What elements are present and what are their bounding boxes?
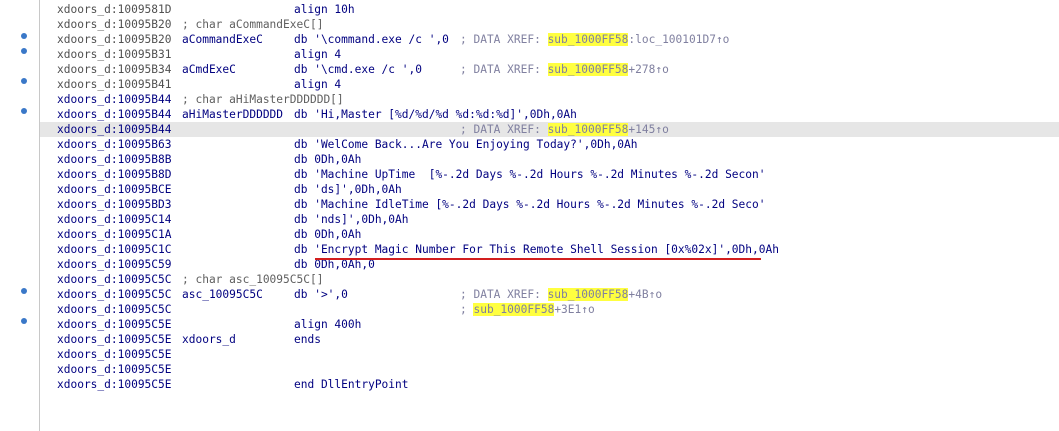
line-operand: align 4: [294, 48, 342, 61]
line-address: xdoors_d:10095C1C: [57, 243, 172, 256]
line-label[interactable]: asc_10095C5C: [182, 287, 263, 302]
listing-line[interactable]: xdoors_d:10095BCE db 'ds]',0Dh,0Ah: [40, 182, 1059, 197]
xref-comment: ; sub_1000FF58+3E1↑o: [460, 303, 595, 316]
xref-comment: ; DATA XREF: sub_1000FF58+145↑o: [460, 123, 669, 136]
line-comment: ; char aCommandExeC[]: [182, 18, 324, 31]
listing-line[interactable]: xdoors_d:10095B31 align 4: [40, 47, 1059, 62]
line-operand: db 'WelCome Back...Are You Enjoying Toda…: [294, 138, 638, 151]
listing-line[interactable]: xdoors_d:10095C1C db 'Encrypt Magic Numbe…: [40, 242, 1059, 257]
line-operand: end DllEntryPoint: [294, 378, 409, 391]
listing-line[interactable]: xdoors_d:10095C5C asc_10095C5C db '>',0 ; D…: [40, 287, 1059, 302]
listing-line[interactable]: xdoors_d:10095C5E end DllEntryPoint: [40, 377, 1059, 392]
listing-line[interactable]: xdoors_d:10095B63 db 'WelCome Back...Are …: [40, 137, 1059, 152]
line-operand: db 'ds]',0Dh,0Ah: [294, 183, 402, 196]
line-address: xdoors_d:10095B44: [57, 123, 172, 136]
listing-line[interactable]: xdoors_d:10095C1A db 0Dh,0Ah: [40, 227, 1059, 242]
xref-link[interactable]: sub_1000FF58: [473, 303, 555, 316]
line-address: xdoors_d:10095B8B: [57, 153, 172, 166]
listing-line[interactable]: xdoors_d:10095B20 ; char aCommandExeC[]: [40, 17, 1059, 32]
line-address: xdoors_d:10095B8D: [57, 168, 172, 181]
line-label[interactable]: aHiMasterDDDDDD: [182, 107, 283, 122]
line-operand: ends: [294, 333, 321, 346]
xref-dot-icon[interactable]: [21, 33, 27, 39]
listing-line[interactable]: xdoors_d:10095C5E xdoors_d ends: [40, 332, 1059, 347]
red-underline-annotation: [315, 258, 761, 260]
line-address: xdoors_d:10095B63: [57, 138, 172, 151]
xref-link[interactable]: sub_1000FF58: [547, 63, 629, 76]
line-operand: db 0Dh,0Ah: [294, 228, 362, 241]
listing-line[interactable]: xdoors_d:10095C5E: [40, 347, 1059, 362]
xref-dot-icon[interactable]: [21, 288, 27, 294]
listing-line[interactable]: xdoors_d:10095BD3 db 'Machine IdleTime [%…: [40, 197, 1059, 212]
line-address: xdoors_d:10095B31: [57, 48, 172, 61]
listing-line[interactable]: xdoors_d:10095B34 aCmdExeC db '\cmd.exe /c…: [40, 62, 1059, 77]
line-operand: db 'Encrypt Magic Number For This Remote…: [294, 243, 779, 256]
line-address: xdoors_d:10095B44: [57, 108, 172, 121]
listing-line[interactable]: xdoors_d:10095B44 ; DATA XREF: sub_1000FF…: [40, 122, 1059, 137]
line-address: xdoors_d:10095C5C: [57, 303, 172, 316]
line-address: xdoors_d:10095B44: [57, 93, 172, 106]
line-operand: db '>',0: [294, 288, 348, 301]
line-operand: db 'Hi,Master [%d/%d/%d %d:%d:%d]',0Dh,0…: [294, 108, 577, 121]
line-operand: db 'nds]',0Dh,0Ah: [294, 213, 409, 226]
line-operand: db 'Machine IdleTime [%-.2d Days %-.2d H…: [294, 198, 766, 211]
line-label[interactable]: aCommandExeC: [182, 32, 263, 47]
line-operand: db 'Machine UpTime [%-.2d Days %-.2d Hou…: [294, 168, 766, 181]
xref-dot-icon[interactable]: [21, 48, 27, 54]
xref-dot-icon[interactable]: [21, 78, 27, 84]
listing-line[interactable]: xdoors_d:10095C14 db 'nds]',0Dh,0Ah: [40, 212, 1059, 227]
xref-comment: ; DATA XREF: sub_1000FF58:loc_100101D7↑o: [460, 33, 730, 46]
xref-link[interactable]: sub_1000FF58: [547, 123, 629, 136]
line-address: xdoors_d:1009581D: [57, 3, 172, 16]
listing-line[interactable]: xdoors_d:10095B41 align 4: [40, 77, 1059, 92]
listing-line[interactable]: xdoors_d:10095C5C ; char asc_10095C5C[]: [40, 272, 1059, 287]
line-address: xdoors_d:10095C1A: [57, 228, 172, 241]
line-comment: ; char aHiMasterDDDDDD[]: [182, 93, 344, 106]
line-operand: db '\command.exe /c ',0: [294, 33, 449, 46]
line-address: xdoors_d:10095C5E: [57, 348, 172, 361]
listing-line[interactable]: xdoors_d:10095B44 ; char aHiMasterDDDDDD[…: [40, 92, 1059, 107]
line-operand: db '\cmd.exe /c ',0: [294, 63, 422, 76]
listing-line[interactable]: xdoors_d:1009581D align 10h: [40, 2, 1059, 17]
listing-line[interactable]: xdoors_d:10095C5C ; sub_1000FF58+3E1↑o: [40, 302, 1059, 317]
xref-dot-icon[interactable]: [21, 318, 27, 324]
xref-link[interactable]: sub_1000FF58: [547, 33, 629, 46]
line-address: xdoors_d:10095B41: [57, 78, 172, 91]
line-address: xdoors_d:10095C5E: [57, 318, 172, 331]
line-address: xdoors_d:10095BD3: [57, 198, 172, 211]
xref-comment: ; DATA XREF: sub_1000FF58+278↑o: [460, 63, 669, 76]
line-address: xdoors_d:10095BCE: [57, 183, 172, 196]
line-address: xdoors_d:10095B34: [57, 63, 172, 76]
disassembly-listing[interactable]: xdoors_d:1009581D align 10h xdoors_d:10095…: [40, 0, 1059, 431]
line-address: xdoors_d:10095C5C: [57, 288, 172, 301]
listing-line[interactable]: xdoors_d:10095B20 aCommandExeC db '\comman…: [40, 32, 1059, 47]
line-address: xdoors_d:10095C59: [57, 258, 172, 271]
xref-comment: ; DATA XREF: sub_1000FF58+4B↑o: [460, 288, 663, 301]
listing-line[interactable]: xdoors_d:10095C5E align 400h: [40, 317, 1059, 332]
listing-line[interactable]: xdoors_d:10095C5E: [40, 362, 1059, 377]
line-address: xdoors_d:10095C5E: [57, 378, 172, 391]
xref-link[interactable]: sub_1000FF58: [547, 288, 629, 301]
line-address: xdoors_d:10095B20: [57, 33, 172, 46]
listing-line[interactable]: xdoors_d:10095B8D db 'Machine UpTime [%-.…: [40, 167, 1059, 182]
line-operand: align 4: [294, 78, 342, 91]
line-address: xdoors_d:10095C5E: [57, 363, 172, 376]
line-address: xdoors_d:10095C5C: [57, 273, 172, 286]
listing-line[interactable]: xdoors_d:10095B8B db 0Dh,0Ah: [40, 152, 1059, 167]
line-comment: ; char asc_10095C5C[]: [182, 273, 324, 286]
line-address: xdoors_d:10095C14: [57, 213, 172, 226]
line-label[interactable]: aCmdExeC: [182, 62, 236, 77]
listing-line[interactable]: xdoors_d:10095B44 aHiMasterDDDDDD db 'Hi,M…: [40, 107, 1059, 122]
line-operand: align 10h: [294, 3, 355, 16]
line-address: xdoors_d:10095C5E: [57, 333, 172, 346]
line-operand: align 400h: [294, 318, 362, 331]
xref-dot-icon[interactable]: [21, 108, 27, 114]
gutter: [0, 0, 39, 431]
line-label[interactable]: xdoors_d: [182, 332, 236, 347]
line-operand: db 0Dh,0Ah: [294, 153, 362, 166]
line-address: xdoors_d:10095B20: [57, 18, 172, 31]
